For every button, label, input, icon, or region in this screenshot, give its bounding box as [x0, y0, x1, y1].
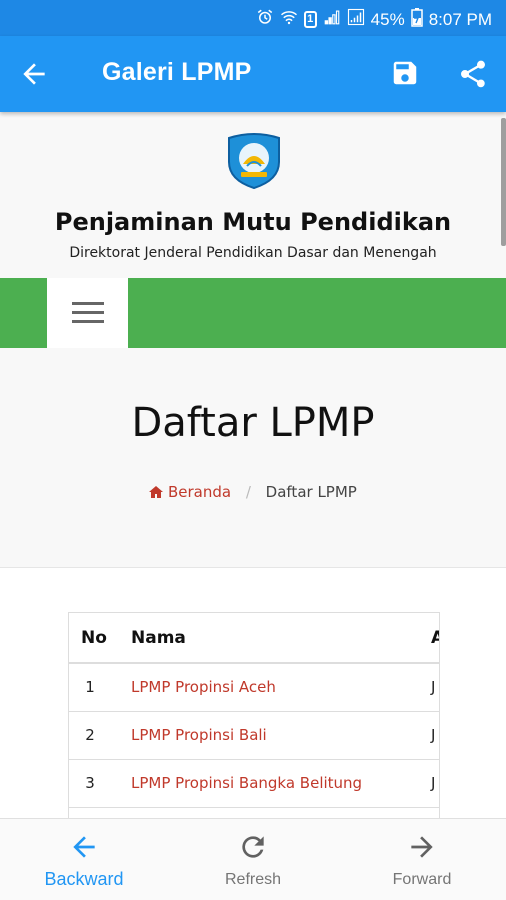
save-icon[interactable] [390, 58, 420, 88]
lpmp-link[interactable]: LPMP Propinsi Bangka Belitung [131, 774, 362, 792]
alarm-icon [256, 8, 274, 31]
site-subtitle: Direktorat Jenderal Pendidikan Dasar dan… [69, 245, 437, 261]
site-header: Penjaminan Mutu Pendidikan Direktorat Je… [0, 112, 506, 278]
column-header-no: No [69, 613, 119, 664]
refresh-icon [237, 831, 269, 863]
arrow-left-icon [68, 831, 100, 863]
bottom-navigation: Backward Refresh Forward [0, 818, 506, 900]
breadcrumb: Beranda / Daftar LPMP [0, 483, 506, 501]
hamburger-icon [72, 311, 104, 314]
row-number: 2 [69, 711, 119, 760]
refresh-label: Refresh [224, 871, 282, 888]
row-third-cell: J [419, 711, 439, 760]
status-time: 8:07 PM [428, 9, 492, 29]
menu-button[interactable] [47, 278, 128, 348]
row-third-cell: J [419, 759, 439, 808]
table-row [69, 807, 439, 818]
home-icon [149, 486, 164, 498]
column-header-nama: Nama [119, 613, 419, 664]
battery-percent: 45% [370, 9, 405, 29]
back-arrow-icon[interactable] [18, 58, 50, 90]
forward-label: Forward [392, 871, 452, 888]
refresh-button[interactable]: Refresh [169, 819, 337, 900]
backward-label: Backward [44, 869, 124, 889]
lpmp-table-container[interactable]: No Nama A 1 LPMP Propinsi Aceh J 2 LPMP … [68, 612, 440, 818]
wifi-icon [280, 8, 298, 31]
table-row: 2 LPMP Propinsi Bali J [69, 711, 439, 760]
hamburger-icon [72, 302, 104, 305]
breadcrumb-home-label: Beranda [167, 483, 232, 501]
status-bar: 1 45% 8:07 PM [0, 0, 506, 36]
table-row: 3 LPMP Propinsi Bangka Belitung J [69, 759, 439, 808]
table-row: 1 LPMP Propinsi Aceh J [69, 663, 439, 712]
row-number: 3 [69, 759, 119, 808]
column-header-third: A [419, 613, 439, 664]
breadcrumb-current: Daftar LPMP [265, 483, 357, 501]
signal-icon [323, 8, 341, 31]
row-number: 1 [69, 663, 119, 712]
status-icons: 1 45% 8:07 PM [256, 7, 492, 32]
share-icon[interactable] [457, 58, 489, 90]
content-section: No Nama A 1 LPMP Propinsi Aceh J 2 LPMP … [0, 568, 506, 818]
app-title: Galeri LPMP [102, 58, 252, 86]
arrow-right-icon [406, 831, 438, 863]
row-third-cell: J [419, 663, 439, 712]
lpmp-link[interactable]: LPMP Propinsi Aceh [131, 678, 276, 696]
sim-badge: 1 [303, 11, 317, 28]
table-header-row: No Nama A [69, 613, 439, 664]
web-content[interactable]: Penjaminan Mutu Pendidikan Direktorat Je… [0, 112, 506, 818]
battery-charging-icon [410, 7, 423, 32]
app-bar: Galeri LPMP [0, 36, 506, 112]
signal-icon [347, 8, 365, 31]
forward-button[interactable]: Forward [338, 819, 506, 900]
backward-button[interactable]: Backward [0, 819, 168, 900]
site-nav-bar [0, 278, 506, 348]
site-title: Penjaminan Mutu Pendidikan [54, 208, 452, 236]
hamburger-icon [72, 320, 104, 323]
scrollbar[interactable] [501, 118, 506, 246]
breadcrumb-home-link[interactable]: Beranda [149, 483, 236, 501]
tut-wuri-handayani-logo[interactable] [223, 128, 285, 190]
breadcrumb-separator: / [245, 483, 251, 501]
lpmp-link[interactable]: LPMP Propinsi Bali [131, 726, 267, 744]
page-title: Daftar LPMP [131, 400, 375, 446]
lpmp-table: No Nama A 1 LPMP Propinsi Aceh J 2 LPMP … [69, 613, 439, 818]
page-hero: Daftar LPMP Beranda / Daftar LPMP [0, 348, 506, 568]
